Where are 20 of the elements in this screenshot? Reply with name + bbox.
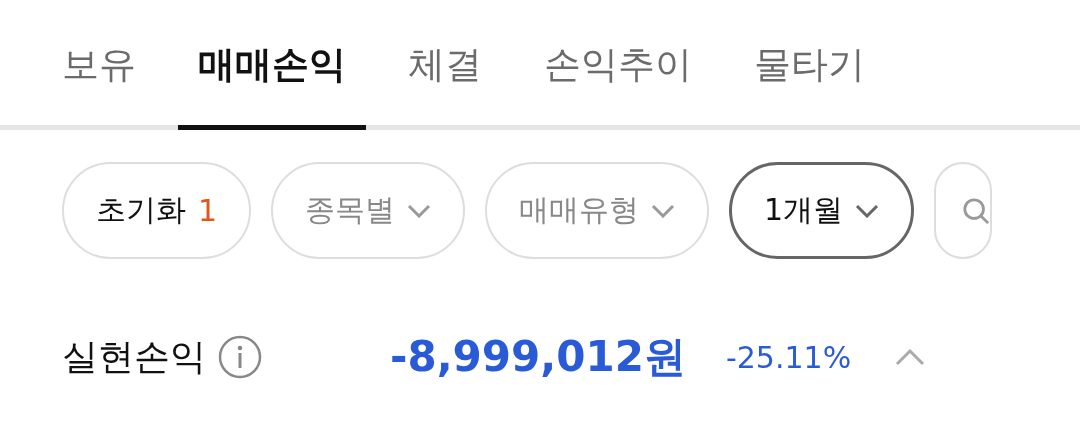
chevron-down-icon: [651, 203, 676, 218]
tab[interactable]: 물타기: [734, 5, 885, 130]
chevron-down-icon: [855, 203, 880, 218]
summary-label: 실현손익: [62, 334, 206, 379]
filter-dropdown[interactable]: 종목별: [271, 162, 466, 259]
search-icon: [962, 195, 991, 226]
search-chip[interactable]: [934, 162, 993, 259]
realized-amount: -8,999,012원: [390, 331, 686, 383]
info-icon[interactable]: [218, 335, 262, 379]
tab[interactable]: 체결: [388, 5, 502, 130]
chevron-down-icon: [407, 203, 432, 218]
chevron-up-icon[interactable]: [895, 348, 926, 366]
tab[interactable]: 매매손익: [178, 5, 366, 130]
tab[interactable]: 손익추이: [524, 5, 712, 130]
filter-dropdown[interactable]: 1개월: [729, 162, 915, 259]
tab[interactable]: 보유: [42, 5, 156, 130]
filter-count: 1: [198, 193, 218, 228]
realized-rate: -25.11%: [725, 339, 852, 375]
filter-dropdown[interactable]: 매매유형: [485, 162, 710, 259]
reset-filter-chip[interactable]: 초기화 1: [62, 162, 252, 259]
